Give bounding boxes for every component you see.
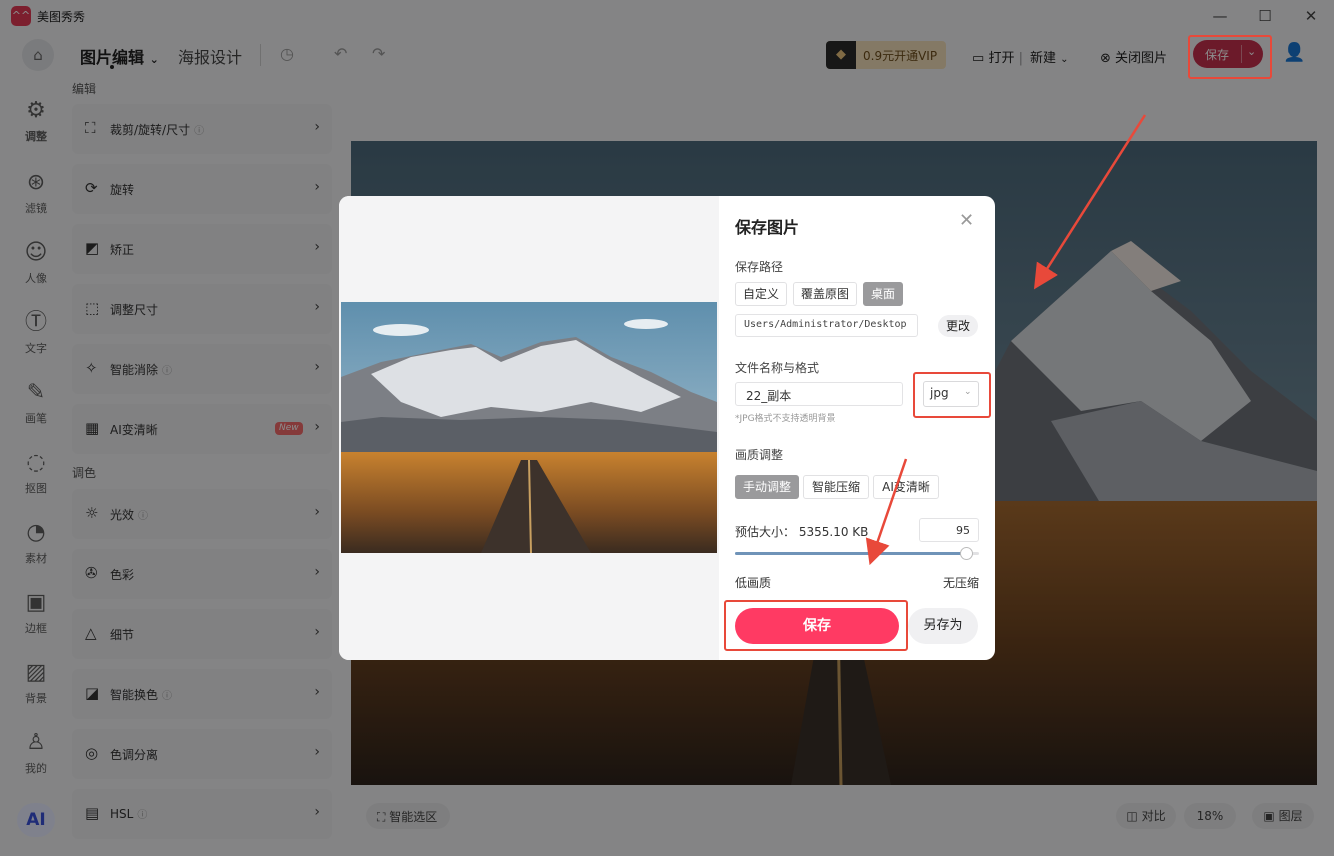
rail-label-8: 背景 bbox=[25, 692, 47, 705]
rail-label-3: 文字 bbox=[25, 342, 47, 355]
rail-item-7[interactable]: ▣ 边框 bbox=[13, 588, 59, 648]
rail-item-0[interactable]: ⚙ 调整 bbox=[13, 96, 59, 156]
rail-item-6[interactable]: ◔ 素材 bbox=[13, 518, 59, 578]
rail-label-6: 素材 bbox=[25, 552, 47, 565]
rail-icon-8: ▨ bbox=[25, 660, 47, 685]
rail-icon-2: ☺ bbox=[24, 240, 48, 265]
rail-label-9: 我的 bbox=[25, 762, 47, 775]
rail-icon-0: ⚙ bbox=[26, 98, 46, 123]
rail-item-5[interactable]: ◌ 抠图 bbox=[13, 448, 59, 508]
rail-item-2[interactable]: ☺ 人像 bbox=[13, 238, 59, 298]
arrow-to-save bbox=[865, 458, 908, 566]
rail-icon-7: ▣ bbox=[25, 590, 47, 615]
rail-icon-3: Ⓣ bbox=[24, 310, 47, 335]
rail-item-1[interactable]: ⊛ 滤镜 bbox=[13, 168, 59, 228]
rail-item-3[interactable]: Ⓣ 文字 bbox=[13, 308, 59, 368]
rail-icon-9: ♙ bbox=[26, 730, 46, 755]
rail-icon-4: ✎ bbox=[26, 380, 46, 405]
arrow-to-mountain bbox=[1033, 114, 1147, 290]
rail-item-4[interactable]: ✎ 画笔 bbox=[13, 378, 59, 438]
rail-label-2: 人像 bbox=[25, 272, 47, 285]
rail-item-8[interactable]: ▨ 背景 bbox=[13, 658, 59, 718]
rail-item-9[interactable]: ♙ 我的 bbox=[13, 728, 59, 788]
rail-label-1: 滤镜 bbox=[25, 202, 47, 215]
annotation-arrows bbox=[865, 114, 1147, 566]
rail-icon-6: ◔ bbox=[26, 520, 46, 545]
rail-label-5: 抠图 bbox=[25, 482, 47, 495]
rail-label-0: 调整 bbox=[25, 130, 47, 143]
rail-icon-5: ◌ bbox=[26, 450, 46, 475]
rail-icon-1: ⊛ bbox=[26, 170, 46, 195]
rail-label-4: 画笔 bbox=[25, 412, 47, 425]
rail-label-7: 边框 bbox=[25, 622, 47, 635]
